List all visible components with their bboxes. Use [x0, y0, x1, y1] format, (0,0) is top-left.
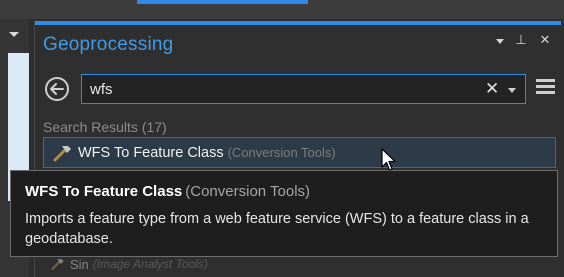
close-icon[interactable]: ✕ — [538, 32, 552, 48]
result-category: (Conversion Tools) — [227, 145, 336, 160]
menu-icon[interactable] — [536, 79, 555, 95]
pane-title: Geoprocessing — [43, 34, 174, 55]
tooltip-title-line: WFS To Feature Class (Conversion Tools) — [25, 183, 310, 200]
search-options-icon[interactable] — [508, 88, 516, 93]
active-tab-indicator — [137, 0, 308, 4]
result-name: WFS To Feature Class — [78, 144, 224, 161]
search-input[interactable] — [90, 79, 470, 99]
arrow-left-icon — [50, 83, 64, 95]
back-button[interactable] — [45, 77, 69, 101]
app-window: Geoprocessing ⊥ ✕ ✕ Search Results (17) — [0, 0, 564, 277]
chevron-down-icon[interactable] — [496, 38, 504, 44]
result-category: (Image Analyst Tools) — [92, 257, 208, 271]
hammer-icon — [51, 259, 64, 270]
pin-icon[interactable]: ⊥ — [514, 32, 528, 48]
top-strip — [0, 0, 564, 19]
result-item-sin[interactable]: Sin (Image Analyst Tools) — [50, 254, 208, 274]
clear-search-icon[interactable]: ✕ — [485, 79, 499, 99]
hammer-icon — [53, 145, 71, 161]
search-results-label: Search Results (17) — [43, 119, 167, 135]
pane-controls: ⊥ ✕ — [496, 32, 552, 48]
pane-menu-icon[interactable] — [9, 32, 19, 37]
search-field[interactable]: ✕ — [81, 74, 526, 104]
tooltip-title: WFS To Feature Class — [25, 183, 183, 200]
tooltip-category: (Conversion Tools) — [185, 183, 311, 200]
pane-accent-bar — [35, 21, 561, 25]
mouse-cursor-icon — [381, 148, 396, 171]
tool-tooltip: WFS To Feature Class (Conversion Tools) I… — [10, 170, 558, 257]
tooltip-description: Imports a feature type from a web featur… — [25, 211, 529, 247]
result-name: Sin — [70, 256, 89, 272]
result-item-wfs-to-feature-class[interactable]: WFS To Feature Class (Conversion Tools) — [43, 137, 556, 168]
